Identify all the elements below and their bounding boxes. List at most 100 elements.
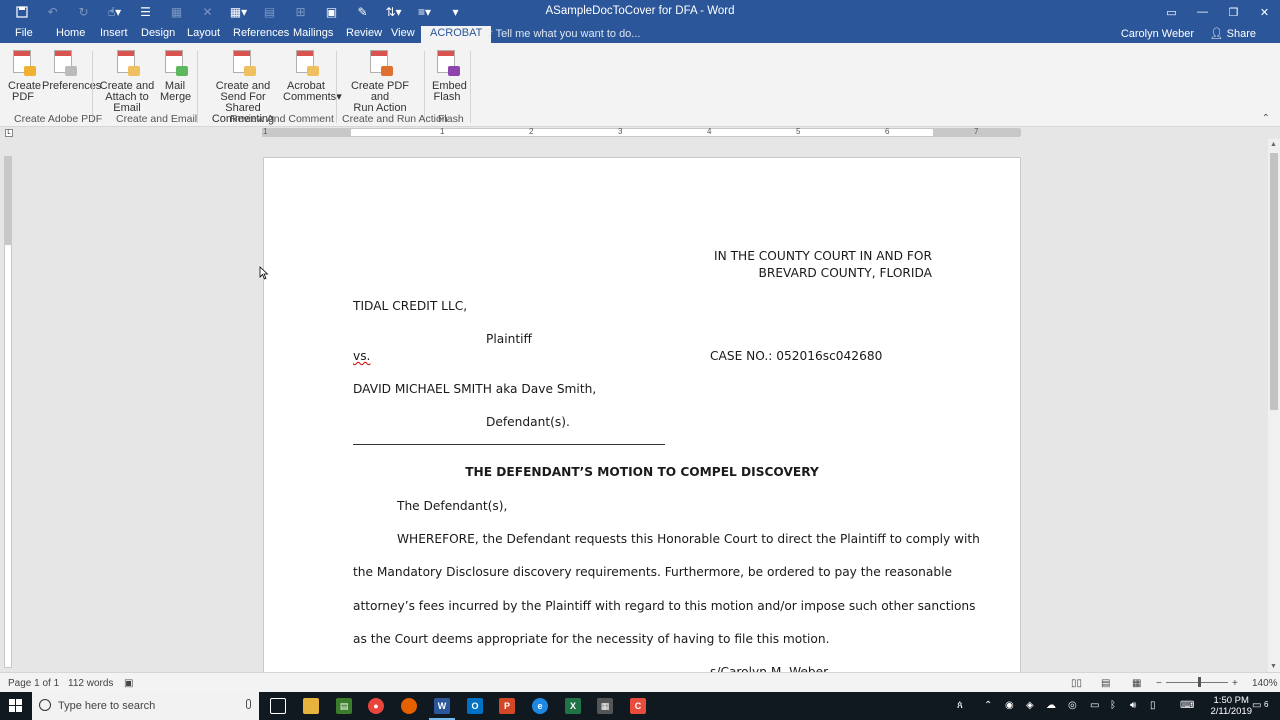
zoom-out-icon[interactable]: − (1156, 678, 1162, 689)
group-label-create-and-email: Create and Email (116, 113, 198, 125)
group-separator (197, 51, 198, 123)
scrollbar-thumb[interactable] (1270, 153, 1278, 410)
tab-view[interactable]: View (391, 26, 415, 43)
task-view-icon[interactable] (270, 698, 286, 714)
minimize-button[interactable]: — (1187, 0, 1218, 24)
plaintiff-name: TIDAL CREDIT LLC, (353, 299, 468, 313)
network-icon[interactable]: ▭ (1090, 700, 1099, 711)
zoom-level[interactable]: 140% (1252, 678, 1278, 689)
restore-button[interactable]: ❐ (1218, 0, 1249, 24)
bluetooth-icon[interactable]: ᛒ (1110, 700, 1116, 711)
tab-home[interactable]: Home (56, 26, 85, 43)
read-mode-icon[interactable]: ▯▯ (1071, 678, 1082, 689)
document-page[interactable]: IN THE COUNTY COURT IN AND FOR BREVARD C… (263, 157, 1021, 677)
zoom-slider-knob[interactable] (1198, 677, 1201, 687)
motion-title: THE DEFENDANT’S MOTION TO COMPEL DISCOVE… (465, 465, 819, 479)
excel-icon[interactable]: X (565, 698, 581, 714)
embed-flash-button[interactable]: Embed Flash (432, 49, 467, 103)
window-controls: ▭ — ❐ ✕ (1156, 0, 1280, 24)
firefox-icon[interactable] (401, 698, 417, 714)
tab-review[interactable]: Review (346, 26, 382, 43)
group-label-create-and-run-action: Create and Run Action (342, 113, 448, 125)
zoom-in-icon[interactable]: + (1232, 678, 1238, 689)
user-name[interactable]: Carolyn Weber (1121, 28, 1194, 40)
group-separator (336, 51, 337, 123)
people-icon[interactable]: ጰ (957, 700, 963, 711)
attach-email-icon (114, 49, 140, 77)
vertical-ruler-margin (5, 157, 11, 245)
show-hidden-icons[interactable]: ⌃ (984, 700, 992, 711)
preferences-button[interactable]: Preferences (42, 49, 101, 92)
tab-insert[interactable]: Insert (100, 26, 128, 43)
horizontal-ruler[interactable]: 1 1 2 3 4 5 6 7 (262, 127, 1021, 137)
versus-text: vs. (353, 349, 371, 363)
word-icon[interactable]: W (429, 698, 455, 720)
ribbon-display-options-icon[interactable]: ▭ (1156, 0, 1187, 24)
notification-count: 6 (1264, 700, 1269, 709)
person-icon: 👤︎ (1209, 28, 1224, 40)
tab-layout[interactable]: Layout (187, 26, 220, 43)
tray-app2-icon[interactable]: ◈ (1026, 700, 1034, 711)
title-bar: ↶ ↻ ☝▾ ☰ ▦ ✕ ▦▾ ▤ ⊞ ▣ ✎ ⇅▾ ≡▾ ▾ ASampleD… (0, 0, 1280, 24)
group-separator (470, 51, 471, 123)
ruler-number: 7 (974, 127, 979, 136)
file-explorer-icon[interactable] (303, 698, 319, 714)
store-icon[interactable]: ▤ (336, 698, 352, 714)
scroll-up-arrow-icon[interactable]: ▲ (1270, 141, 1277, 148)
create-pdf-run-action-button[interactable]: Create PDF and Run Action (350, 49, 410, 114)
microphone-icon[interactable] (246, 699, 251, 709)
tab-file[interactable]: File (15, 26, 33, 43)
create-pdf-button[interactable]: Create PDF (8, 49, 41, 103)
tray-app3-icon[interactable]: ◎ (1068, 700, 1077, 711)
vertical-ruler[interactable] (4, 156, 12, 668)
shared-commenting-icon (230, 49, 256, 77)
tab-design[interactable]: Design (141, 26, 175, 43)
clock[interactable]: 1:50 PM 2/11/2019 (1210, 695, 1252, 717)
powerpoint-icon[interactable]: P (499, 698, 515, 714)
edge-icon[interactable]: e (532, 698, 548, 714)
ribbon: Create PDF Preferences Create Adobe PDF … (0, 43, 1280, 127)
collapse-ribbon-icon[interactable]: ⌃ (1262, 113, 1270, 124)
mail-merge-button[interactable]: Mail Merge (160, 49, 191, 103)
zoom-slider[interactable] (1166, 682, 1228, 683)
create-attach-email-button[interactable]: Create and Attach to Email (98, 49, 156, 114)
vertical-scrollbar[interactable]: ▲ ▼ (1268, 139, 1280, 672)
battery-icon[interactable]: ▯ (1150, 700, 1156, 711)
outlook-icon[interactable]: O (467, 698, 483, 714)
defendant-name: DAVID MICHAEL SMITH aka Dave Smith, (353, 382, 597, 396)
web-layout-icon[interactable]: ▦ (1132, 678, 1141, 689)
tab-references[interactable]: References (233, 26, 289, 43)
group-label-flash: Flash (438, 113, 464, 125)
body-line-3: attorney’s fees incurred by the Plaintif… (353, 599, 976, 613)
proofing-icon[interactable]: ▣ (124, 678, 133, 689)
notifications-icon[interactable]: ▭ (1252, 700, 1261, 711)
volume-icon[interactable]: 🔊︎ (1130, 700, 1136, 711)
search-placeholder: Type here to search (58, 700, 156, 712)
tell-me-box[interactable]: 💡︎ Tell me what you want to do... (485, 28, 640, 41)
ruler-number: 3 (618, 127, 623, 136)
close-button[interactable]: ✕ (1249, 0, 1280, 24)
clock-time: 1:50 PM (1213, 695, 1249, 706)
recorder-icon[interactable]: C (630, 698, 646, 714)
start-button[interactable] (0, 692, 32, 720)
chrome-icon[interactable]: ● (368, 698, 384, 714)
scroll-down-arrow-icon[interactable]: ▼ (1270, 663, 1277, 670)
word-count[interactable]: 112 words (68, 678, 113, 689)
create-pdf-icon (10, 49, 36, 77)
tab-mailings[interactable]: Mailings (293, 26, 333, 43)
page-count[interactable]: Page 1 of 1 (8, 678, 59, 689)
tab-selector[interactable]: L (5, 129, 13, 137)
print-layout-icon[interactable]: ▤ (1101, 678, 1110, 689)
tray-app-icon[interactable]: ◉ (1005, 700, 1014, 711)
tab-acrobat[interactable]: ACROBAT (421, 26, 492, 43)
court-heading-line2: BREVARD COUNTY, FLORIDA (758, 266, 932, 280)
taskbar-search-box[interactable]: Type here to search (32, 692, 259, 720)
calculator-app-icon[interactable]: ▦ (597, 698, 613, 714)
onedrive-icon[interactable]: ☁ (1046, 700, 1056, 711)
share-button[interactable]: 👤︎ Share (1210, 27, 1256, 40)
ruler-left-margin (263, 129, 351, 136)
body-line-2: the Mandatory Disclosure discovery requi… (353, 565, 952, 579)
acrobat-comments-button[interactable]: Acrobat Comments▾ (283, 49, 342, 103)
keyboard-icon[interactable]: ⌨ (1180, 700, 1194, 711)
ruler-number: 4 (707, 127, 712, 136)
